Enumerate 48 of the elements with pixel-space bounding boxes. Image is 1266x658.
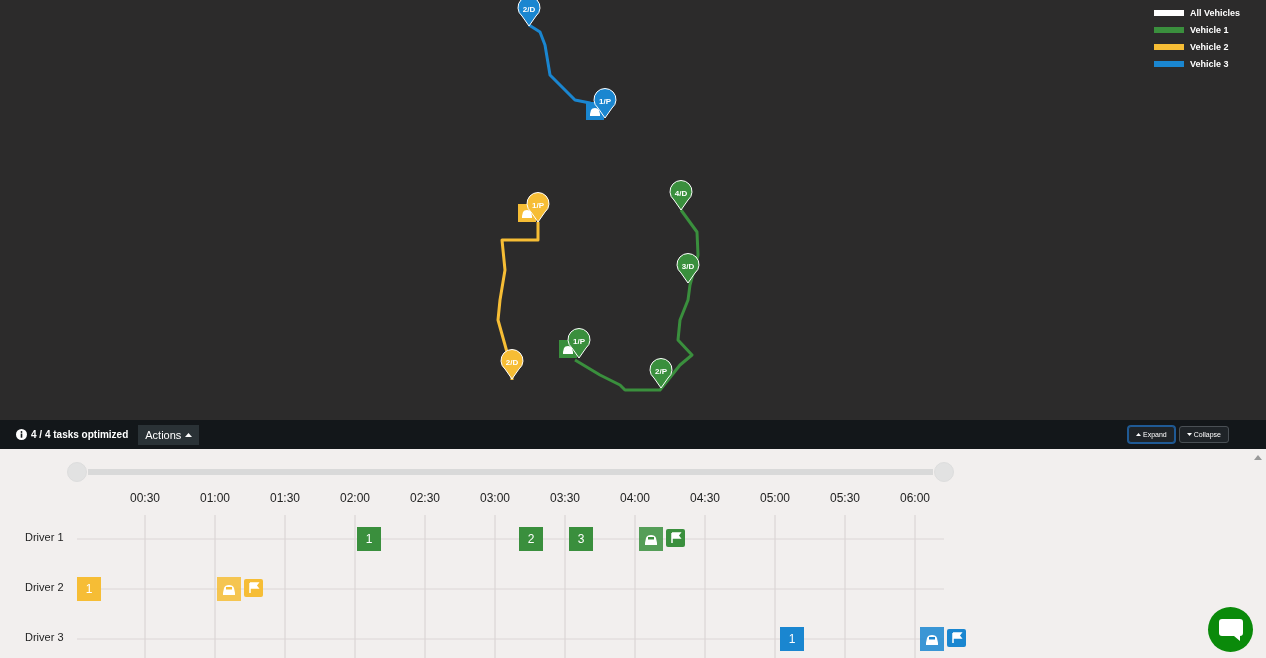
flag-icon[interactable] <box>666 529 685 547</box>
time-label: 02:30 <box>409 491 441 505</box>
vehicle-icon[interactable] <box>920 627 944 651</box>
task-block[interactable]: 1 <box>357 527 381 551</box>
legend-label[interactable]: Vehicle 1 <box>1190 25 1256 35</box>
driver-label: Driver 1 <box>25 531 64 543</box>
task-block[interactable]: 1 <box>780 627 804 651</box>
slider-handle[interactable] <box>67 462 87 482</box>
chat-bubble-icon <box>1217 617 1244 642</box>
time-label: 03:30 <box>549 491 581 505</box>
map-marker[interactable]: 1/P <box>593 88 617 119</box>
flag-icon[interactable] <box>244 579 263 597</box>
caret-up-icon <box>185 432 193 437</box>
scroll-up-icon[interactable] <box>1254 455 1262 460</box>
time-label: 01:00 <box>199 491 231 505</box>
time-label: 03:00 <box>479 491 511 505</box>
status-text: 4 / 4 tasks optimized <box>31 429 129 440</box>
actions-button[interactable]: Actions <box>138 424 200 445</box>
map-background[interactable]: 2/D 1/P 1/P 2/D 4/D 3/D 2/P 1/P All Vehicles Vehicle 1 Vehicle 2 Vehicle 3 <box>0 0 1266 420</box>
caret-up-icon <box>1136 433 1141 436</box>
task-block[interactable]: 2 <box>519 527 543 551</box>
legend-label[interactable]: All Vehicles <box>1190 8 1256 18</box>
map-marker[interactable]: 2/P <box>649 358 673 389</box>
time-label: 05:00 <box>759 491 791 505</box>
vehicle-icon[interactable] <box>639 527 663 551</box>
legend-label[interactable]: Vehicle 3 <box>1190 59 1256 69</box>
driver-label: Driver 3 <box>25 631 64 643</box>
time-label: 01:30 <box>269 491 301 505</box>
time-label: 06:00 <box>899 491 931 505</box>
time-label: 02:00 <box>339 491 371 505</box>
map-marker[interactable]: 2/D <box>517 0 541 27</box>
flag-icon[interactable] <box>947 629 966 647</box>
slider-handle[interactable] <box>934 462 954 482</box>
chat-button[interactable] <box>1208 607 1253 652</box>
caret-down-icon <box>1186 433 1192 436</box>
vehicle-icon[interactable] <box>217 577 241 601</box>
map-marker[interactable]: 4/D <box>669 180 693 211</box>
map-marker[interactable]: 1/P <box>567 328 591 359</box>
driver-label: Driver 2 <box>25 581 64 593</box>
time-label: 04:30 <box>689 491 721 505</box>
time-label: 04:00 <box>619 491 651 505</box>
map-marker[interactable]: 3/D <box>676 253 700 284</box>
info-icon <box>16 429 27 440</box>
time-label: 00:30 <box>129 491 161 505</box>
legend-label[interactable]: Vehicle 2 <box>1190 42 1256 52</box>
task-block[interactable]: 3 <box>569 527 593 551</box>
time-label: 05:30 <box>829 491 861 505</box>
range-slider-track[interactable] <box>88 469 933 475</box>
